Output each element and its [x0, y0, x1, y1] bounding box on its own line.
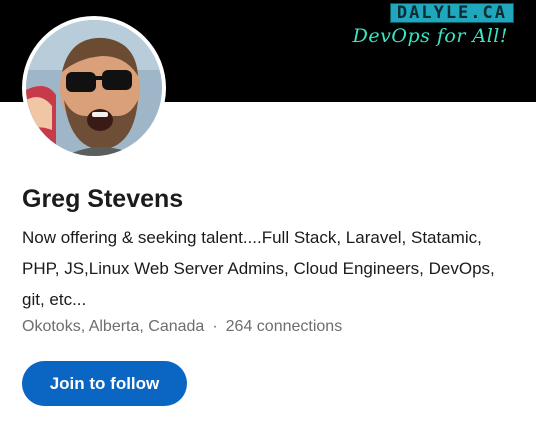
brand-logo: DALYLE.CA	[389, 3, 514, 23]
avatar-photo	[26, 20, 162, 156]
profile-name: Greg Stevens	[22, 185, 184, 213]
profile-meta: Okotoks, Alberta, Canada · 264 connections	[22, 318, 342, 336]
profile-location: Okotoks, Alberta, Canada	[22, 318, 205, 335]
meta-separator: ·	[212, 318, 218, 335]
join-to-follow-button[interactable]: Join to follow	[22, 361, 187, 406]
profile-headline: Now offering & seeking talent....Full St…	[22, 228, 495, 309]
brand-logo-text: DALYLE.CA	[396, 3, 507, 23]
banner-tagline: DevOps for All!	[352, 25, 508, 47]
avatar[interactable]	[22, 16, 166, 160]
connections-count: 264 connections	[225, 318, 343, 335]
